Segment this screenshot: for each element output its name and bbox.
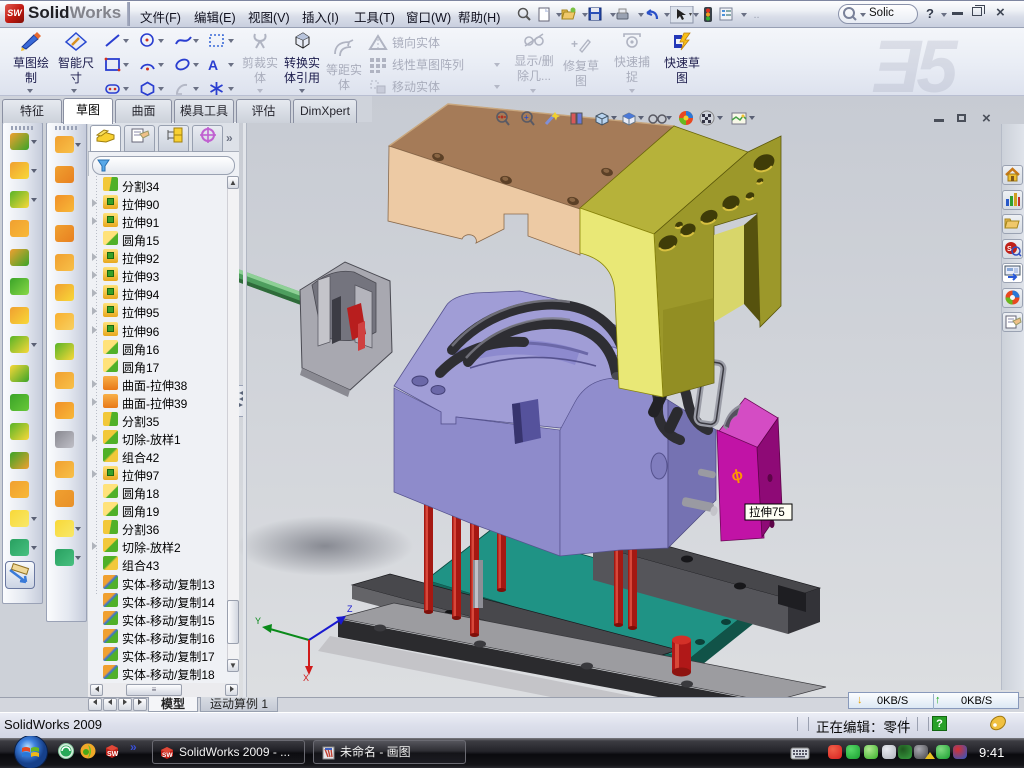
svg-text:+: + (571, 37, 578, 51)
svg-text:+: + (524, 113, 529, 122)
svg-text:Z: Z (347, 604, 353, 614)
svg-text:S: S (1007, 246, 1012, 253)
svg-text:X: X (303, 673, 309, 683)
svg-text:SW: SW (107, 751, 119, 758)
svg-text:拉伸75: 拉伸75 (749, 505, 785, 519)
svg-text:Y: Y (255, 616, 261, 626)
svg-text:SW: SW (162, 752, 173, 759)
